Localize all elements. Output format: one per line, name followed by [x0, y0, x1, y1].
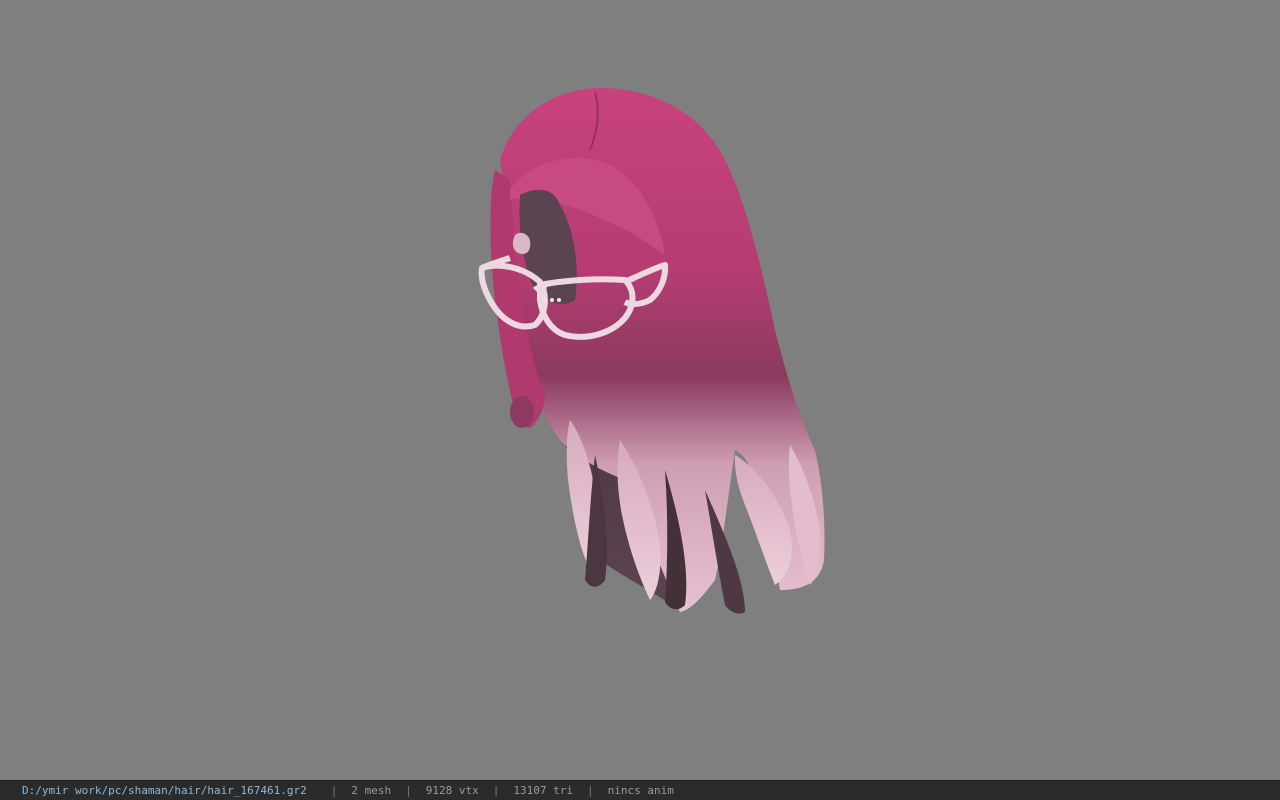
status-bar: D:/ymir work/pc/shaman/hair/hair_167461.…: [0, 780, 1280, 800]
file-path: D:/ymir work/pc/shaman/hair/hair_167461.…: [22, 784, 307, 797]
mesh-count: 2 mesh: [351, 784, 392, 797]
animation-status: nincs anim: [607, 784, 674, 797]
status-separator: |: [330, 784, 338, 797]
vertex-count: 9128 vtx: [425, 784, 479, 797]
glasses-bridge: [532, 284, 548, 293]
hair-left-curl: [510, 396, 534, 428]
status-separator: |: [587, 784, 594, 797]
hair-model[interactable]: [0, 0, 1280, 780]
glasses-rhinestone-1: [543, 298, 547, 302]
glasses-rhinestone-3: [557, 298, 561, 302]
status-separator: |: [492, 784, 500, 797]
triangle-count: 13107 tri: [513, 784, 573, 797]
3d-viewport[interactable]: [0, 0, 1280, 780]
status-separator: |: [405, 784, 412, 797]
glasses-rhinestone-2: [550, 298, 554, 302]
